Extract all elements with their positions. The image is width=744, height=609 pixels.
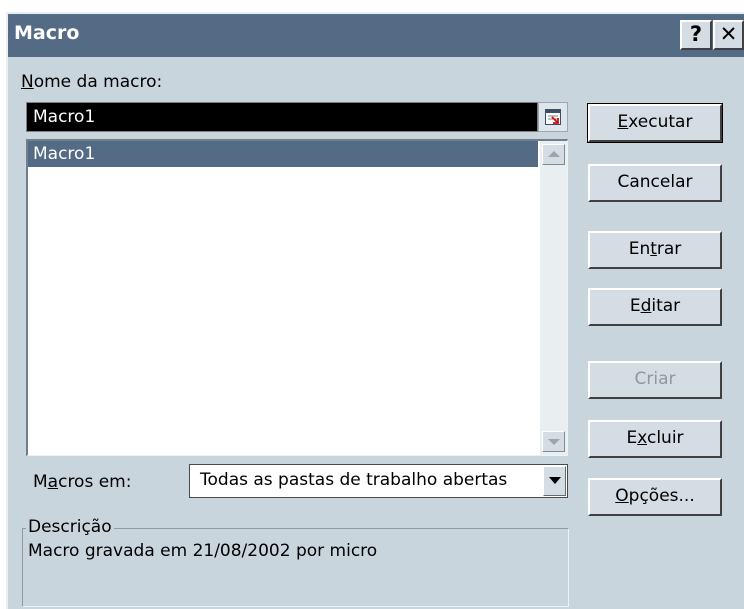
options-button[interactable]: Opções...: [588, 478, 722, 516]
close-button[interactable]: ✕: [713, 20, 744, 50]
macro-dialog: Macro ? ✕ Nome da macro: Macro1 Macro1 M…: [6, 12, 744, 609]
macros-in-value: Todas as pastas de trabalho abertas: [200, 470, 508, 490]
chevron-down-icon: [549, 477, 561, 484]
title-bar[interactable]: Macro ? ✕: [8, 14, 744, 57]
list-item[interactable]: Macro1: [28, 141, 538, 167]
description-legend: Descrição: [26, 517, 114, 537]
create-button: Criar: [588, 361, 722, 399]
dropdown-button[interactable]: [543, 466, 566, 496]
macros-in-select[interactable]: Todas as pastas de trabalho abertas: [189, 464, 568, 498]
help-button[interactable]: ?: [680, 20, 712, 50]
step-into-button[interactable]: Entrar: [588, 231, 722, 269]
arrow-up-icon: [548, 151, 560, 157]
vertical-scrollbar[interactable]: [540, 141, 567, 455]
description-text: Macro gravada em 21/08/2002 por micro: [28, 541, 378, 561]
collapse-dialog-button[interactable]: [538, 102, 568, 132]
arrow-down-icon: [548, 439, 560, 445]
edit-button[interactable]: Editar: [588, 288, 722, 326]
window-title: Macro: [14, 22, 80, 44]
description-group: Descrição Macro gravada em 21/08/2002 po…: [22, 517, 569, 607]
scroll-up-button[interactable]: [542, 144, 565, 165]
macro-list[interactable]: Macro1: [26, 139, 568, 456]
delete-button[interactable]: Excluir: [588, 420, 722, 458]
macro-name-input[interactable]: Macro1: [26, 102, 538, 132]
macro-name-label: Nome da macro:: [21, 72, 163, 92]
collapse-dialog-icon: [545, 109, 561, 125]
cancel-button[interactable]: Cancelar: [588, 164, 722, 202]
run-button[interactable]: Executar: [587, 103, 723, 143]
macros-in-label: Macros em:: [33, 472, 132, 492]
scroll-down-button[interactable]: [542, 431, 565, 452]
